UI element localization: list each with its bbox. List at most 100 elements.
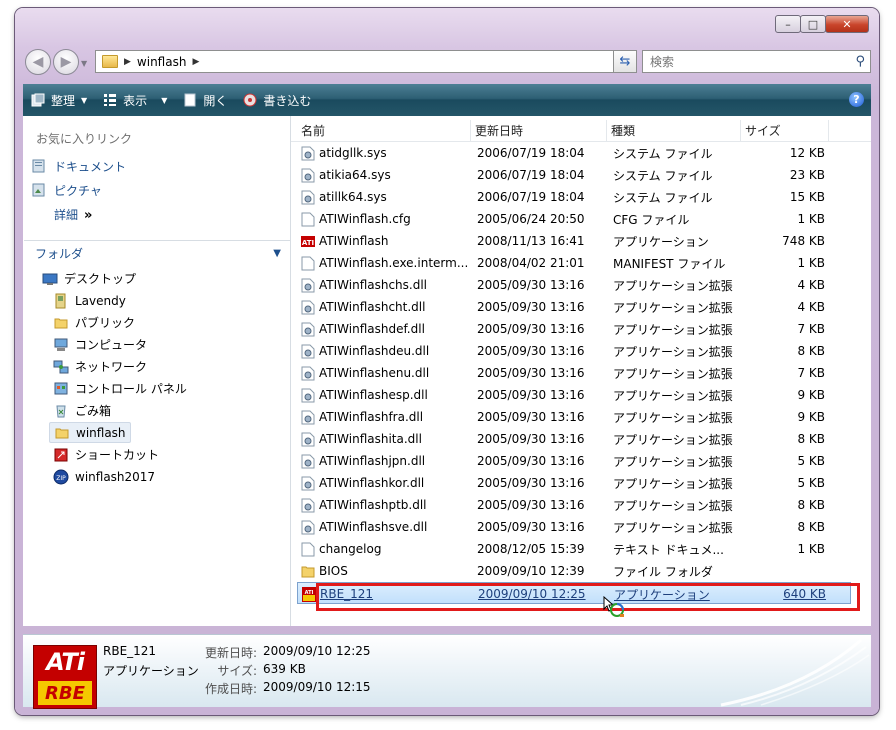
details-link[interactable]: 詳細 » xyxy=(54,206,92,223)
file-row[interactable]: ATIWinflashsve.dll 2005/09/30 13:16 アプリケーシ… xyxy=(297,516,851,538)
selected-file-kind: アプリケーション xyxy=(103,664,199,678)
file-row[interactable]: atillk64.sys 2006/07/19 18:04 システム ファイル 15 … xyxy=(297,186,851,208)
logo-ati-text: ATi xyxy=(46,648,85,676)
system-file-icon xyxy=(301,476,319,491)
tree-item-winflash2017[interactable]: ZIP winflash2017 xyxy=(53,466,155,487)
file-date: 2006/07/19 18:04 xyxy=(477,168,585,182)
created-value: 2009/09/10 12:15 xyxy=(263,680,371,694)
file-date: 2009/09/10 12:25 xyxy=(478,587,586,601)
file-row[interactable]: ATIWinflashesp.dll 2005/09/30 13:16 アプリケーシ… xyxy=(297,384,851,406)
burn-button[interactable]: 書き込む xyxy=(235,84,319,116)
minimize-button[interactable]: – xyxy=(775,15,801,33)
file-name: BIOS xyxy=(319,564,348,578)
file-name-cell: ATIWinflashdef.dll xyxy=(301,318,469,340)
column-header-name[interactable]: 名前 xyxy=(297,120,471,141)
breadcrumb-separator-icon[interactable]: ▶ xyxy=(192,57,199,67)
file-row[interactable]: ATIWinflash.exe.interm... 2008/04/02 21:0… xyxy=(297,252,851,274)
forward-button[interactable]: ▶ xyxy=(53,49,79,75)
search-icon[interactable]: ⚲ xyxy=(855,54,865,69)
column-header-size[interactable]: サイズ xyxy=(741,120,829,141)
file-row[interactable]: ATIWinflashjpn.dll 2005/09/30 13:16 アプリケーシ… xyxy=(297,450,851,472)
decorative-swoosh xyxy=(720,638,870,707)
tree-item-lavendy[interactable]: Lavendy xyxy=(53,290,126,311)
system-file-icon xyxy=(301,410,319,425)
file-row[interactable]: ATIWinflashita.dll 2005/09/30 13:16 アプリケーシ… xyxy=(297,428,851,450)
tree-item-computer[interactable]: コンピュータ xyxy=(53,334,147,355)
file-name: ATIWinflash.cfg xyxy=(319,212,411,226)
favorite-documents[interactable]: ドキュメント xyxy=(32,156,126,176)
file-name-cell: atidgllk.sys xyxy=(301,142,469,164)
tree-item-control-panel[interactable]: コントロール パネル xyxy=(53,378,187,399)
file-row[interactable]: ATIWinflashfra.dll 2005/09/30 13:16 アプリケーシ… xyxy=(297,406,851,428)
views-button[interactable]: 表示 ▼ xyxy=(95,84,175,116)
tree-item-shortcut[interactable]: ショートカット xyxy=(53,444,159,465)
file-row[interactable]: atidgllk.sys 2006/07/19 18:04 システム ファイル 12 … xyxy=(297,142,851,164)
file-name: ATIWinflash.exe.interm... xyxy=(319,256,469,270)
file-row[interactable]: changelog 2008/12/05 15:39 テキスト ドキュメ... 1 K… xyxy=(297,538,851,560)
logo-rbe-text: RBE xyxy=(38,681,92,705)
file-date: 2008/12/05 15:39 xyxy=(477,542,585,556)
burn-label: 書き込む xyxy=(263,93,312,108)
maximize-button[interactable]: □ xyxy=(800,15,826,33)
tree-item-desktop[interactable]: デスクトップ xyxy=(42,268,136,289)
tree-item-public[interactable]: パブリック xyxy=(53,312,135,333)
column-header-type[interactable]: 種類 xyxy=(607,120,741,141)
history-dropdown-icon[interactable]: ▼ xyxy=(81,59,87,68)
close-button[interactable]: ✕ xyxy=(825,15,869,33)
file-row[interactable]: ATIWinflashcht.dll 2005/09/30 13:16 アプリケーシ… xyxy=(297,296,851,318)
file-row[interactable]: ATIWinflashdef.dll 2005/09/30 13:16 アプリケーシ… xyxy=(297,318,851,340)
tree-item-recycle-bin[interactable]: ごみ箱 xyxy=(53,400,111,421)
file-type: アプリケーション拡張 xyxy=(613,344,733,359)
file-name-cell: ATIWinflashptb.dll xyxy=(301,494,469,516)
tree-item-label: winflash2017 xyxy=(75,469,156,484)
address-bar[interactable]: ▶ winflash ▶ ▼ xyxy=(95,50,627,73)
file-type: アプリケーション拡張 xyxy=(613,278,733,293)
file-row[interactable]: ATIWinflashkor.dll 2005/09/30 13:16 アプリケーシ… xyxy=(297,472,851,494)
modified-label: 更新日時: xyxy=(204,646,257,660)
help-button[interactable]: ? xyxy=(849,92,864,107)
file-row[interactable]: ATI ATIWinflash 2008/11/13 16:41 アプリケーション 74… xyxy=(297,230,851,252)
file-name: ATIWinflash xyxy=(319,234,389,248)
file-type: テキスト ドキュメ... xyxy=(613,542,724,557)
file-row[interactable]: ATIWinflashchs.dll 2005/09/30 13:16 アプリケーシ… xyxy=(297,274,851,296)
favorite-pictures[interactable]: ピクチャ xyxy=(32,180,102,200)
back-button[interactable]: ◀ xyxy=(25,49,51,75)
file-size: 4 KB xyxy=(797,300,825,314)
system-file-icon xyxy=(301,278,319,293)
tree-item-label: コントロール パネル xyxy=(75,382,187,396)
file-name-cell: ATIWinflashfra.dll xyxy=(301,406,469,428)
file-size: 1 KB xyxy=(797,212,825,226)
column-headers: 名前 更新日時 種類 サイズ xyxy=(291,120,871,142)
breadcrumb-winflash[interactable]: winflash xyxy=(137,55,187,69)
file-row[interactable]: ATI RBE_121 2009/09/10 12:25 アプリケーション 640 KB xyxy=(297,582,851,604)
file-type: アプリケーション拡張 xyxy=(613,300,733,315)
file-row[interactable]: ATIWinflashptb.dll 2005/09/30 13:16 アプリケーシ… xyxy=(297,494,851,516)
refresh-button[interactable]: ⇆ xyxy=(613,50,637,73)
content-area: お気に入りリンク ドキュメント ピクチャ 詳細» フォルダ ▼ デスクトップ L… xyxy=(23,116,871,626)
file-row[interactable]: ATIWinflash.cfg 2005/06/24 20:50 CFG ファイル 1… xyxy=(297,208,851,230)
file-name: ATIWinflashkor.dll xyxy=(319,476,425,490)
file-row[interactable]: ATIWinflashenu.dll 2005/09/30 13:16 アプリケーシ… xyxy=(297,362,851,384)
file-name: ATIWinflashcht.dll xyxy=(319,300,426,314)
file-size: 8 KB xyxy=(797,520,825,534)
search-box[interactable]: ⚲ xyxy=(642,50,871,73)
file-name-cell: ATIWinflashcht.dll xyxy=(301,296,469,318)
desktop-icon xyxy=(42,273,58,285)
column-header-date[interactable]: 更新日時 xyxy=(471,120,607,141)
breadcrumb-separator-icon[interactable]: ▶ xyxy=(124,57,131,67)
file-row[interactable]: ATIWinflashdeu.dll 2005/09/30 13:16 アプリケーシ… xyxy=(297,340,851,362)
file-row[interactable]: atikia64.sys 2006/07/19 18:04 システム ファイル 23 … xyxy=(297,164,851,186)
folders-header[interactable]: フォルダ ▼ xyxy=(24,240,290,266)
file-date: 2005/09/30 13:16 xyxy=(477,344,585,358)
open-button[interactable]: 開く xyxy=(175,84,235,116)
computer-icon xyxy=(54,338,68,351)
organize-button[interactable]: 整理 ▼ xyxy=(23,84,95,116)
tree-item-network[interactable]: ネットワーク xyxy=(53,356,147,377)
tree-item-label: デスクトップ xyxy=(64,272,137,286)
tree-item-label: ネットワーク xyxy=(75,360,148,374)
tree-item-winflash[interactable]: winflash xyxy=(49,422,131,443)
file-row[interactable]: BIOS 2009/09/10 12:39 ファイル フォルダ xyxy=(297,560,851,582)
file-name: ATIWinflashjpn.dll xyxy=(319,454,426,468)
file-date: 2005/09/30 13:16 xyxy=(477,454,585,468)
search-input[interactable] xyxy=(648,53,842,70)
